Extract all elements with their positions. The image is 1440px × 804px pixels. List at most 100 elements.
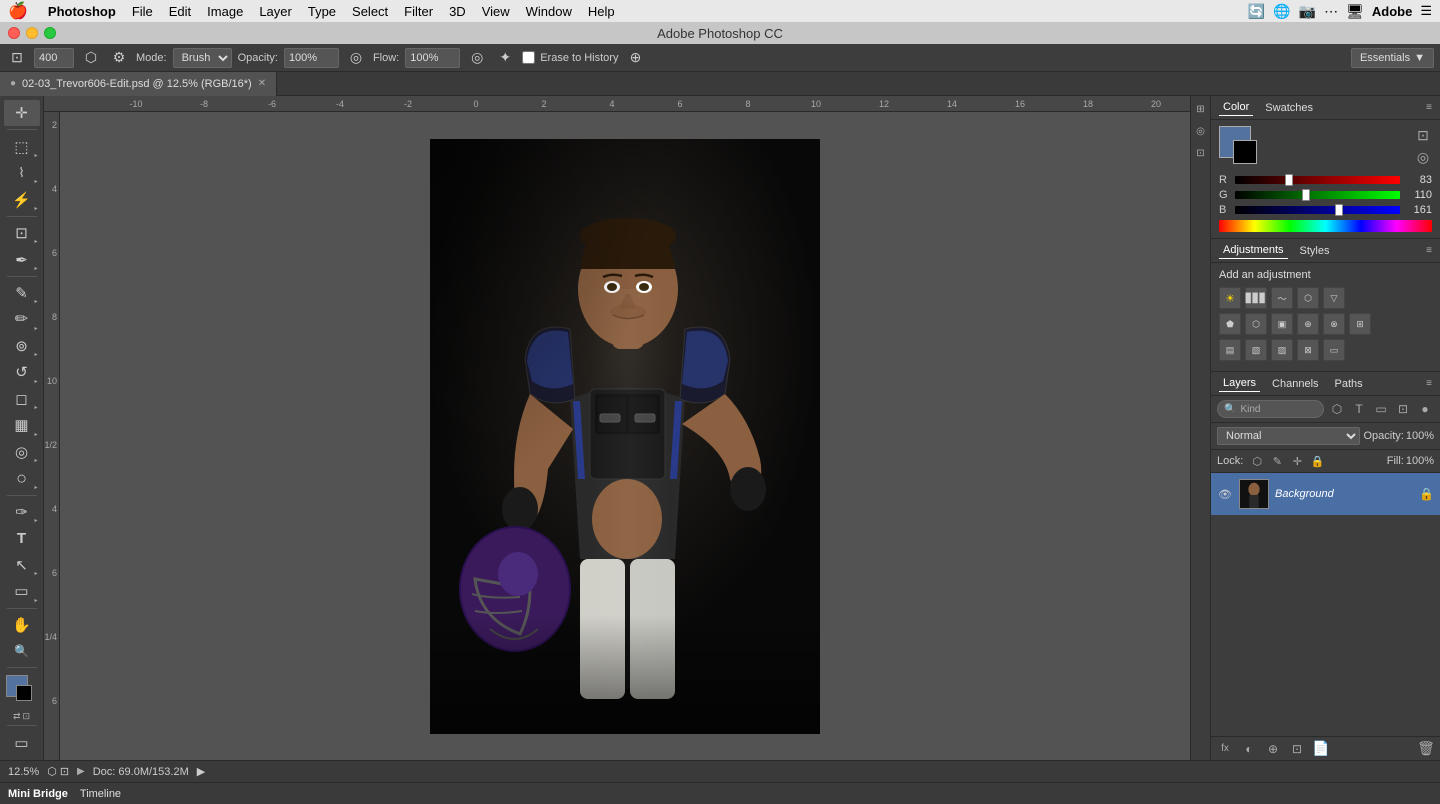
lock-image-icon[interactable]: ✎	[1269, 453, 1285, 469]
reset-colors-icon[interactable]: ⊡	[23, 711, 31, 722]
clone-stamp-tool[interactable]: ⊚▸	[4, 333, 40, 359]
styles-tab[interactable]: Styles	[1296, 243, 1334, 259]
adjustments-panel-arrow[interactable]: ≡	[1426, 245, 1432, 256]
airbrush-icon[interactable]: ✦	[494, 47, 516, 69]
canvas-container[interactable]	[60, 112, 1190, 760]
minimize-button[interactable]	[26, 27, 38, 39]
path-selection-tool[interactable]: ↖▸	[4, 552, 40, 578]
lock-all-icon[interactable]: 🔒	[1309, 453, 1325, 469]
healing-tool[interactable]: ✎▸	[4, 280, 40, 306]
threshold-icon[interactable]: ▨	[1271, 339, 1293, 361]
blur-tool[interactable]: ◎▸	[4, 439, 40, 465]
layer-visibility-toggle[interactable]: 👁	[1217, 486, 1233, 502]
selective-color-icon[interactable]: ▭	[1323, 339, 1345, 361]
zoom-tool[interactable]: 🔍	[4, 638, 40, 664]
swap-colors-icon[interactable]: ⇄	[13, 711, 21, 722]
zoom-nav-icon-1[interactable]: ⬡	[47, 765, 57, 778]
brush-preset-icon[interactable]: ⬡	[80, 47, 102, 69]
mini-bridge-tab[interactable]: Mini Bridge	[8, 788, 68, 800]
brush-tool[interactable]: ✏▸	[4, 306, 40, 332]
color-balance-icon[interactable]: ⬡	[1245, 313, 1267, 335]
color-swatches[interactable]	[4, 675, 40, 709]
posterize-icon[interactable]: ▧	[1245, 339, 1267, 361]
swatches-tab[interactable]: Swatches	[1261, 100, 1317, 116]
channels-tab[interactable]: Channels	[1268, 376, 1322, 392]
g-slider-thumb[interactable]	[1302, 189, 1310, 201]
adjustments-tab[interactable]: Adjustments	[1219, 242, 1288, 259]
layer-filter-toggle[interactable]: ●	[1416, 400, 1434, 418]
apple-menu[interactable]: 🍎	[8, 1, 28, 21]
levels-icon[interactable]: ▊▊▊	[1245, 287, 1267, 309]
lasso-tool[interactable]: ⌇▸	[4, 160, 40, 186]
layer-filter-shape-icon[interactable]: ▭	[1372, 400, 1390, 418]
opacity-value[interactable]: 100%	[1406, 430, 1434, 442]
menu-layer[interactable]: Layer	[259, 4, 292, 19]
color-spectrum[interactable]	[1219, 220, 1432, 232]
vibrance-icon[interactable]: ▽	[1323, 287, 1345, 309]
color-mode-icon[interactable]: ⊡	[1414, 126, 1432, 144]
fill-value[interactable]: 100%	[1406, 455, 1434, 467]
delete-layer-button[interactable]: 🗑	[1416, 739, 1436, 759]
menu-filter[interactable]: Filter	[404, 4, 433, 19]
color-tab[interactable]: Color	[1219, 99, 1253, 116]
curves-icon[interactable]: 〜	[1271, 287, 1293, 309]
menu-file[interactable]: File	[132, 4, 153, 19]
shape-tool[interactable]: ▭▸	[4, 578, 40, 604]
tool-settings-icon[interactable]: ⊕	[624, 47, 646, 69]
menu-photoshop[interactable]: Photoshop	[48, 4, 116, 19]
g-slider[interactable]	[1235, 191, 1400, 199]
tab-close-button[interactable]: ✕	[258, 78, 266, 89]
bw-icon[interactable]: ▣	[1271, 313, 1293, 335]
quick-select-tool[interactable]: ⚡▸	[4, 186, 40, 212]
menu-edit[interactable]: Edit	[169, 4, 191, 19]
add-mask-button[interactable]: ◐	[1239, 739, 1259, 759]
b-slider[interactable]	[1235, 206, 1400, 214]
layers-panel-arrow[interactable]: ≡	[1426, 378, 1432, 389]
exposure-icon[interactable]: ⬡	[1297, 287, 1319, 309]
opacity-value[interactable]: 100%	[284, 48, 339, 68]
layer-row-background[interactable]: 👁 Background 🔒	[1211, 473, 1440, 515]
type-tool[interactable]: T	[4, 525, 40, 551]
lock-position-icon[interactable]: ✛	[1289, 453, 1305, 469]
invert-icon[interactable]: ▤	[1219, 339, 1241, 361]
move-tool[interactable]: ✛	[4, 100, 40, 126]
color-lookup-icon[interactable]: ⊞	[1349, 313, 1371, 335]
layer-fx-button[interactable]: fx	[1215, 739, 1235, 759]
dodge-tool[interactable]: ○▸	[4, 465, 40, 491]
r-slider[interactable]	[1235, 176, 1400, 184]
brush-settings-icon[interactable]: ⚙	[108, 47, 130, 69]
b-slider-thumb[interactable]	[1335, 204, 1343, 216]
panel-toggle-3[interactable]: ⊡	[1192, 144, 1210, 162]
photo-filter-icon[interactable]: ⊕	[1297, 313, 1319, 335]
brush-size-value[interactable]: 400	[34, 48, 74, 68]
color-fg-bg[interactable]	[1219, 126, 1267, 174]
status-play-icon[interactable]: ▶	[197, 765, 205, 778]
essentials-dropdown[interactable]: Essentials ▼	[1351, 48, 1434, 68]
channel-mixer-icon[interactable]: ⊗	[1323, 313, 1345, 335]
paths-tab[interactable]: Paths	[1331, 376, 1367, 392]
gradient-tool[interactable]: ▦▸	[4, 412, 40, 438]
erase-history-label[interactable]: Erase to History	[522, 51, 618, 64]
menu-select[interactable]: Select	[352, 4, 388, 19]
canvas-wrapper[interactable]: 2 4 6 8 10 1/2 4 6 1/4 6	[44, 112, 1190, 760]
add-group-button[interactable]: ⊡	[1287, 739, 1307, 759]
status-arrow[interactable]: ▶	[77, 766, 85, 777]
menu-window[interactable]: Window	[526, 4, 572, 19]
r-slider-thumb[interactable]	[1285, 174, 1293, 186]
close-button[interactable]	[8, 27, 20, 39]
brightness-contrast-icon[interactable]: ☀	[1219, 287, 1241, 309]
document-tab[interactable]: ● 02-03_Trevor606-Edit.psd @ 12.5% (RGB/…	[0, 72, 277, 96]
maximize-button[interactable]	[44, 27, 56, 39]
history-brush-tool[interactable]: ↺▸	[4, 359, 40, 385]
color-panel-arrow[interactable]: ≡	[1426, 102, 1432, 113]
lock-transparent-icon[interactable]: ⬡	[1249, 453, 1265, 469]
layer-filter-smart-icon[interactable]: ⊡	[1394, 400, 1412, 418]
hand-tool[interactable]: ✋	[4, 611, 40, 637]
background-color-swatch[interactable]	[1233, 140, 1257, 164]
layers-search[interactable]: 🔍 Kind	[1217, 400, 1324, 418]
layer-filter-type-icon[interactable]: ⬡	[1328, 400, 1346, 418]
layer-filter-adj-icon[interactable]: T	[1350, 400, 1368, 418]
marquee-tool[interactable]: ⬚▸	[4, 133, 40, 159]
menu-help[interactable]: Help	[588, 4, 615, 19]
eraser-tool[interactable]: ◻▸	[4, 386, 40, 412]
